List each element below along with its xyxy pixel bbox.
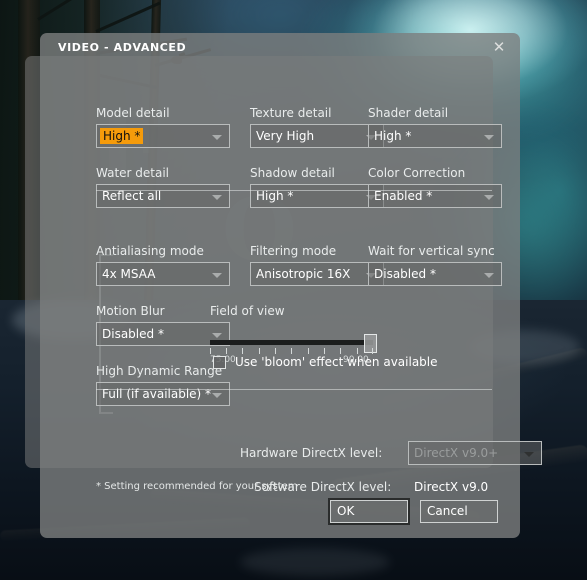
dropdown-model-detail[interactable]: High * — [96, 124, 230, 148]
cancel-button[interactable]: Cancel — [420, 500, 498, 523]
label-color-correction: Color Correction — [368, 166, 466, 180]
dropdown-hardware-directx[interactable]: DirectX v9.0+ — [408, 441, 542, 465]
dropdown-motion-blur-value: Disabled * — [102, 327, 164, 341]
chevron-down-icon — [484, 195, 494, 200]
dropdown-vertical-sync[interactable]: Disabled * — [368, 262, 502, 286]
dropdown-texture-detail[interactable]: Very High — [250, 124, 384, 148]
dropdown-antialiasing-mode[interactable]: 4x MSAA — [96, 262, 230, 286]
field-vertical-sync: Wait for vertical sync Disabled * — [368, 244, 502, 286]
label-field-of-view: Field of view — [210, 304, 285, 318]
dropdown-shader-detail[interactable]: High * — [368, 124, 502, 148]
dialog-titlebar: VIDEO - ADVANCED ✕ — [40, 33, 520, 63]
chevron-down-icon — [484, 135, 494, 140]
label-shadow-detail: Shadow detail — [250, 166, 335, 180]
snow-patch — [240, 548, 390, 576]
field-shader-detail: Shader detail High * — [368, 106, 502, 148]
checkbox-bloom[interactable]: Use 'bloom' effect when available — [213, 355, 438, 369]
chevron-down-icon — [212, 195, 222, 200]
footnote-recommended: * Setting recommended for your system — [96, 481, 298, 492]
dropdown-shader-detail-value: High * — [374, 129, 412, 143]
dropdown-antialiasing-mode-value: 4x MSAA — [102, 267, 156, 281]
field-antialiasing-mode: Antialiasing mode 4x MSAA — [96, 244, 230, 286]
dropdown-filtering-mode-value: Anisotropic 16X — [256, 267, 351, 281]
dropdown-shadow-detail-value: High * — [256, 189, 294, 203]
divider — [96, 389, 492, 390]
dropdown-water-detail[interactable]: Reflect all — [96, 184, 230, 208]
dropdown-hardware-directx-value: DirectX v9.0+ — [414, 446, 499, 460]
video-advanced-dialog: VIDEO - ADVANCED ✕ Model detail High * T… — [40, 33, 542, 538]
chevron-down-icon — [524, 452, 534, 457]
label-vertical-sync: Wait for vertical sync — [368, 244, 495, 258]
field-texture-detail: Texture detail Very High — [250, 106, 384, 148]
page-title: VIDEO - ADVANCED — [58, 41, 187, 54]
dropdown-water-detail-value: Reflect all — [102, 189, 162, 203]
field-shadow-detail: Shadow detail High * — [250, 166, 384, 208]
dropdown-filtering-mode[interactable]: Anisotropic 16X — [250, 262, 384, 286]
field-color-correction: Color Correction Enabled * — [368, 166, 502, 208]
label-texture-detail: Texture detail — [250, 106, 332, 120]
dropdown-texture-detail-value: Very High — [256, 129, 315, 143]
label-hdr: High Dynamic Range — [96, 364, 223, 378]
label-shader-detail: Shader detail — [368, 106, 449, 120]
slider-track[interactable] — [210, 340, 373, 345]
field-model-detail: Model detail High * — [96, 106, 230, 148]
chevron-down-icon — [212, 393, 222, 398]
field-filtering-mode: Filtering mode Anisotropic 16X — [250, 244, 384, 286]
checkbox-bloom-label: Use 'bloom' effect when available — [235, 355, 438, 369]
dropdown-shadow-detail[interactable]: High * — [250, 184, 384, 208]
label-model-detail: Model detail — [96, 106, 170, 120]
ok-button[interactable]: OK — [328, 498, 410, 525]
slider-ticks — [210, 348, 373, 355]
label-water-detail: Water detail — [96, 166, 170, 180]
dropdown-hdr[interactable]: Full (if available) * — [96, 382, 230, 406]
close-icon[interactable]: ✕ — [490, 38, 508, 56]
chevron-down-icon — [212, 135, 222, 140]
value-software-directx: DirectX v9.0 — [414, 480, 489, 494]
chevron-down-icon — [484, 273, 494, 278]
label-hardware-directx-text: Hardware DirectX level: — [240, 446, 383, 460]
divider — [96, 190, 492, 191]
dropdown-color-correction[interactable]: Enabled * — [368, 184, 502, 208]
dropdown-model-detail-value: High * — [100, 128, 144, 144]
field-water-detail: Water detail Reflect all — [96, 166, 230, 208]
chevron-down-icon — [212, 273, 222, 278]
checkbox-bloom-box[interactable] — [213, 355, 226, 369]
label-antialiasing-mode: Antialiasing mode — [96, 244, 204, 258]
dropdown-color-correction-value: Enabled * — [374, 189, 433, 203]
label-filtering-mode: Filtering mode — [250, 244, 337, 258]
dropdown-vertical-sync-value: Disabled * — [374, 267, 436, 281]
field-hdr: High Dynamic Range Full (if available) * — [96, 364, 230, 406]
